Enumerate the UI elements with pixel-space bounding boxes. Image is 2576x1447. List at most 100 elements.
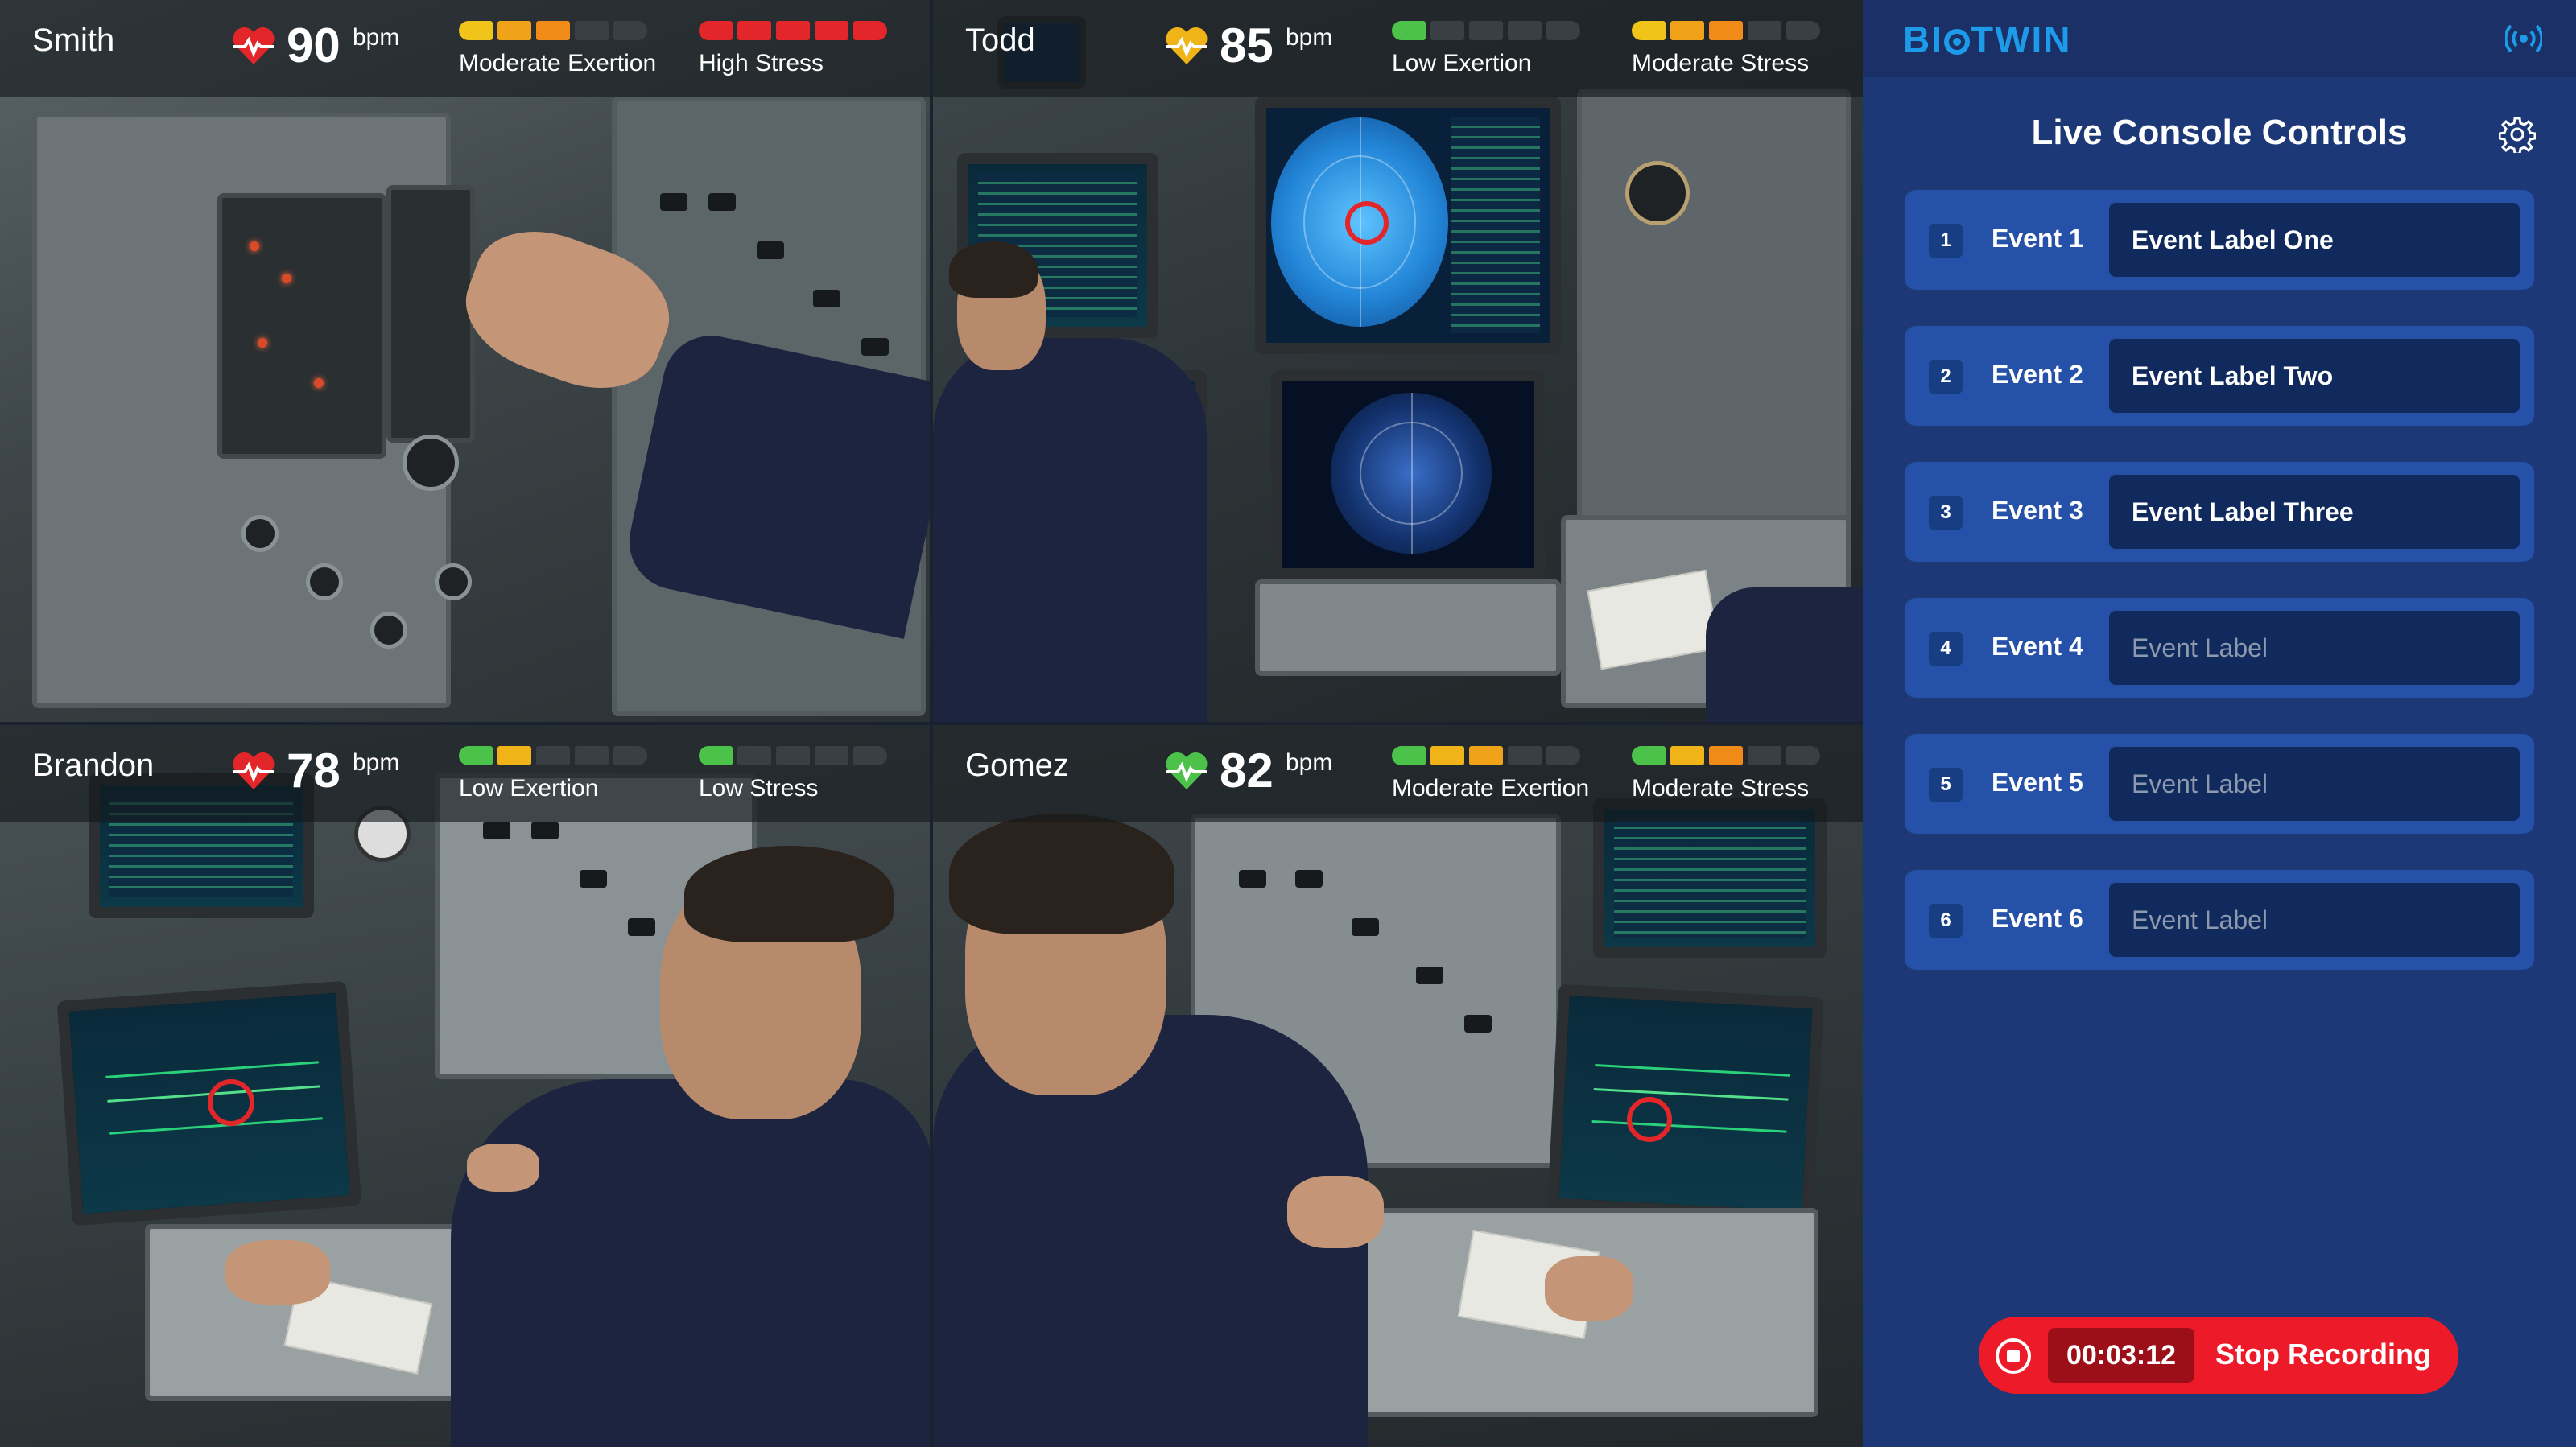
event-label-field[interactable]: Event Label Three xyxy=(2109,475,2520,549)
event-label-field[interactable]: Event Label Two xyxy=(2109,339,2520,413)
meter-segment xyxy=(737,21,771,40)
heart-rate-icon xyxy=(233,27,275,64)
camera-image xyxy=(933,725,1863,1447)
event-button-6[interactable]: 6 Event 6 Event Label xyxy=(1905,870,2534,970)
heart-rate-icon xyxy=(1166,752,1208,789)
stress-meter: Moderate Stress xyxy=(1632,21,1820,77)
meter-segment xyxy=(1546,21,1580,40)
event-name: Event 4 xyxy=(1992,632,2083,661)
meter-segment xyxy=(1508,21,1542,40)
meter-segment xyxy=(1786,21,1820,40)
heart-rate-value: 82 xyxy=(1220,744,1274,798)
event-label-field[interactable]: Event Label xyxy=(2109,747,2520,821)
meter-segment xyxy=(1632,21,1666,40)
exertion-meter: Moderate Exertion xyxy=(1392,746,1589,802)
heart-rate-unit: bpm xyxy=(1286,749,1333,776)
operator-name: Gomez xyxy=(965,748,1069,783)
camera-image xyxy=(0,725,930,1447)
event-label-field[interactable]: Event Label xyxy=(2109,611,2520,685)
stop-recording-button[interactable]: 00:03:12 Stop Recording xyxy=(1979,1317,2458,1394)
camera-feed-gomez[interactable]: Gomez 82 bpm Moderate Exertion Moderate … xyxy=(933,725,1863,1447)
heart-rate-icon xyxy=(233,752,275,789)
meter-segment xyxy=(536,746,570,765)
heart-rate-unit: bpm xyxy=(353,749,400,776)
exertion-label: Low Exertion xyxy=(1392,50,1532,76)
meter-segment xyxy=(1748,746,1781,765)
event-label-field[interactable]: Event Label One xyxy=(2109,203,2520,277)
event-number: 4 xyxy=(1929,632,1963,666)
event-button-1[interactable]: 1 Event 1 Event Label One xyxy=(1905,190,2534,290)
stop-icon xyxy=(1996,1338,2031,1374)
meter-segment xyxy=(1670,21,1704,40)
gear-icon[interactable] xyxy=(2499,116,2536,153)
meter-segment xyxy=(1748,21,1781,40)
operator-name: Todd xyxy=(965,23,1035,58)
event-button-2[interactable]: 2 Event 2 Event Label Two xyxy=(1905,326,2534,426)
event-list: 1 Event 1 Event Label One 2 Event 2 Even… xyxy=(1905,190,2534,1006)
meter-segment xyxy=(1469,21,1503,40)
heart-rate-icon xyxy=(1166,27,1208,64)
brand-logo: BI TWIN xyxy=(1903,19,2072,60)
camera-image xyxy=(933,0,1863,722)
event-button-4[interactable]: 4 Event 4 Event Label xyxy=(1905,598,2534,698)
meter-segment xyxy=(459,746,493,765)
meter-segment xyxy=(1469,746,1503,765)
meter-segment xyxy=(776,746,810,765)
meter-segment xyxy=(459,21,493,40)
meter-segment xyxy=(815,21,848,40)
event-number: 6 xyxy=(1929,904,1963,938)
sidebar-header: BI TWIN xyxy=(1863,0,2576,77)
event-name: Event 2 xyxy=(1992,360,2083,389)
meter-segment xyxy=(1546,746,1580,765)
meter-segment xyxy=(536,21,570,40)
stress-meter: High Stress xyxy=(699,21,887,77)
meter-segment xyxy=(613,21,647,40)
meter-segment xyxy=(497,746,531,765)
meter-segment xyxy=(575,21,609,40)
stress-label: Moderate Stress xyxy=(1632,50,1810,76)
meter-segment xyxy=(776,21,810,40)
operator-hud: Todd 85 bpm Low Exertion Moderate Stress xyxy=(933,0,1863,97)
grid-divider xyxy=(0,722,1863,725)
event-label-field[interactable]: Event Label xyxy=(2109,883,2520,957)
meter-segment xyxy=(1430,746,1464,765)
event-number: 2 xyxy=(1929,360,1963,394)
camera-feed-smith[interactable]: Smith 90 bpm Moderate Exertion High Stre… xyxy=(0,0,930,722)
meter-segment xyxy=(497,21,531,40)
exertion-meter: Low Exertion xyxy=(1392,21,1580,77)
operator-hud: Gomez 82 bpm Moderate Exertion Moderate … xyxy=(933,725,1863,822)
meter-segment xyxy=(699,21,733,40)
event-number: 5 xyxy=(1929,768,1963,802)
event-number: 1 xyxy=(1929,224,1963,258)
exertion-label: Moderate Exertion xyxy=(459,50,657,76)
camera-feed-brandon[interactable]: Brandon 78 bpm Low Exertion Low Stress xyxy=(0,725,930,1447)
stress-label: Moderate Stress xyxy=(1632,775,1810,802)
heart-rate-value: 78 xyxy=(287,744,341,798)
operator-name: Brandon xyxy=(32,748,155,783)
meter-segment xyxy=(815,746,848,765)
meter-segment xyxy=(1508,746,1542,765)
meter-segment xyxy=(613,746,647,765)
recording-timer: 00:03:12 xyxy=(2048,1328,2194,1383)
event-button-5[interactable]: 5 Event 5 Event Label xyxy=(1905,734,2534,834)
broadcast-signal-icon[interactable] xyxy=(2505,23,2542,55)
meter-segment xyxy=(1786,746,1820,765)
camera-image xyxy=(0,0,930,722)
stress-label: Low Stress xyxy=(699,775,819,802)
meter-segment xyxy=(1709,21,1743,40)
camera-grid: Smith 90 bpm Moderate Exertion High Stre… xyxy=(0,0,1863,1447)
event-name: Event 5 xyxy=(1992,768,2083,797)
event-button-3[interactable]: 3 Event 3 Event Label Three xyxy=(1905,462,2534,562)
meter-segment xyxy=(1430,21,1464,40)
event-number: 3 xyxy=(1929,496,1963,530)
meter-segment xyxy=(1392,21,1426,40)
stress-label: High Stress xyxy=(699,50,824,76)
event-name: Event 1 xyxy=(1992,224,2083,253)
camera-feed-todd[interactable]: Todd 85 bpm Low Exertion Moderate Stress xyxy=(933,0,1863,722)
event-name: Event 6 xyxy=(1992,904,2083,933)
operator-hud: Brandon 78 bpm Low Exertion Low Stress xyxy=(0,725,930,822)
meter-segment xyxy=(1709,746,1743,765)
meter-segment xyxy=(1632,746,1666,765)
heart-rate-value: 85 xyxy=(1220,19,1274,72)
heart-rate-unit: bpm xyxy=(1286,24,1333,51)
